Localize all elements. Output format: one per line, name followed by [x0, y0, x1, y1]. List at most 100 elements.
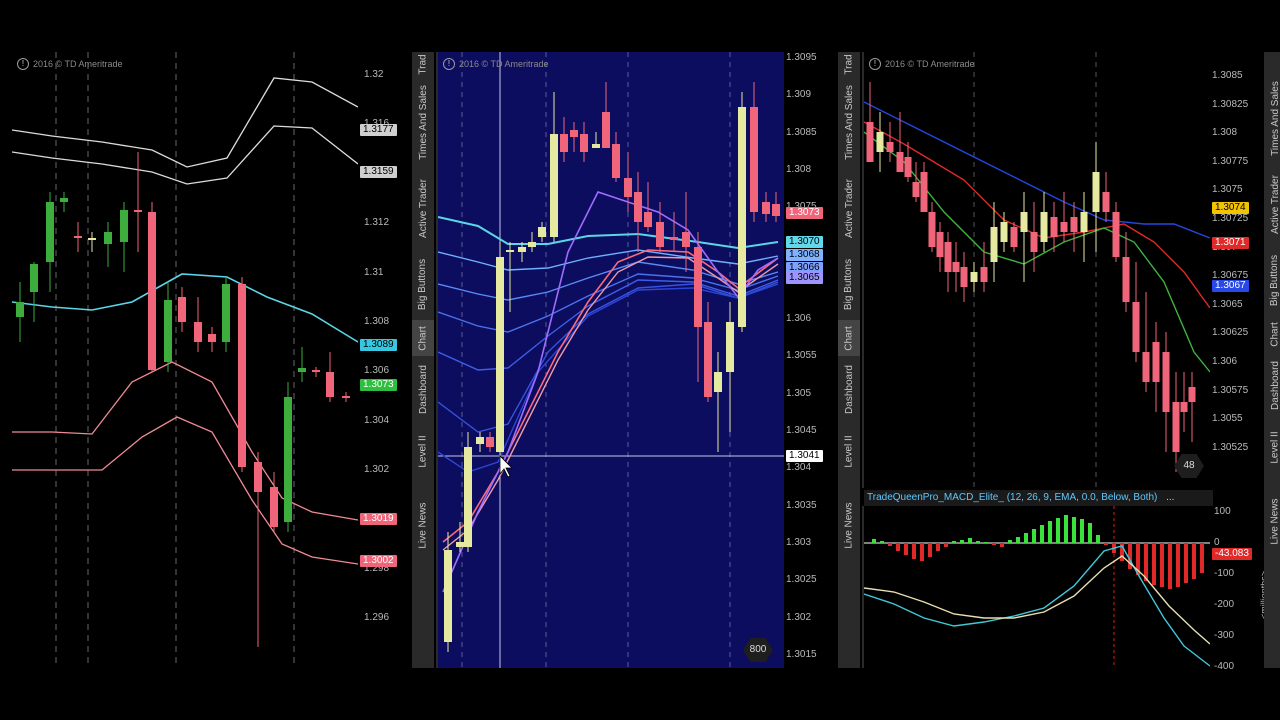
- price-tag: 1.3041: [786, 450, 823, 462]
- candle-body: [518, 247, 526, 252]
- histogram-bar: [1048, 521, 1052, 543]
- price-tag: 1.3071: [1212, 237, 1249, 249]
- price-tag: 1.3067: [1212, 280, 1249, 292]
- candle-body: [476, 437, 484, 444]
- side-tab-label: Trad: [843, 53, 855, 75]
- macd-title-text: TradeQueenPro_MACD_Elite_ (12, 26, 9, EM…: [867, 492, 1158, 503]
- side-tab[interactable]: Dashboard: [1264, 352, 1280, 418]
- candle-body: [60, 198, 68, 202]
- candle-body: [538, 227, 546, 237]
- candle-body: [178, 297, 186, 322]
- side-tab[interactable]: Level II: [1264, 418, 1280, 476]
- right-price-chart[interactable]: [864, 52, 1212, 488]
- axis-tick: 1.3035: [786, 499, 817, 511]
- mid-price-chart[interactable]: [438, 52, 786, 668]
- candle-body: [1092, 172, 1100, 212]
- histogram-bar: [944, 543, 948, 547]
- side-tabs-b: Trad Times And Sales Active Trader Big Butt…: [838, 52, 860, 668]
- side-tab-label: Level II: [843, 434, 855, 468]
- side-tab[interactable]: Live News: [412, 480, 434, 570]
- side-tab[interactable]: Times And Sales: [1264, 72, 1280, 164]
- axis-tick: 1.303: [786, 536, 812, 548]
- right-chart-pane[interactable]: ! 2016 © TD Ameritrade 48: [862, 52, 1212, 488]
- price-tag: 1.3002: [360, 555, 397, 567]
- axis-tick: 1.306: [364, 365, 390, 377]
- side-tab[interactable]: Chart: [838, 320, 860, 356]
- candle-body: [1162, 352, 1170, 412]
- candle-body: [1132, 302, 1140, 352]
- side-tab[interactable]: Active Trader: [838, 168, 860, 248]
- candle-body: [1172, 402, 1180, 452]
- axis-tick: 1.308: [364, 316, 390, 327]
- price-tag: 1.3065: [786, 272, 823, 284]
- copyright-text: 2016 © TD Ameritrade: [459, 59, 549, 69]
- candle-body: [120, 210, 128, 242]
- candle-body: [1152, 342, 1160, 382]
- histogram-bar: [1080, 519, 1084, 543]
- macd-menu[interactable]: ...: [1166, 492, 1174, 503]
- macd-study-title[interactable]: TradeQueenPro_MACD_Elite_ (12, 26, 9, EM…: [864, 490, 1213, 506]
- side-tab[interactable]: Big Buttons: [412, 248, 434, 320]
- candle-body: [624, 178, 632, 197]
- axis-tick: 1.302: [786, 611, 812, 623]
- histogram-bar: [1160, 543, 1164, 587]
- info-icon[interactable]: !: [443, 58, 455, 70]
- side-tab[interactable]: Times And Sales: [838, 76, 860, 168]
- candle-body: [750, 107, 758, 212]
- side-tab[interactable]: Times And Sales: [412, 76, 434, 168]
- info-icon[interactable]: !: [17, 58, 29, 70]
- right-candles: [866, 82, 1196, 472]
- candle-body: [342, 396, 350, 398]
- candle-body: [1180, 402, 1188, 412]
- histogram-bar: [1016, 537, 1020, 543]
- candle-body: [528, 242, 536, 247]
- histogram-bar: [888, 543, 892, 546]
- side-tab-label: Times And Sales: [1269, 80, 1280, 156]
- side-tab[interactable]: Live News: [838, 480, 860, 570]
- candle-body: [46, 202, 54, 262]
- side-tab[interactable]: Dashboard: [838, 356, 860, 422]
- info-icon[interactable]: !: [869, 58, 881, 70]
- candle-body: [1000, 222, 1008, 242]
- side-tab[interactable]: Chart: [1264, 316, 1280, 352]
- side-tab[interactable]: Active Trader: [412, 168, 434, 248]
- price-tag: 1.3073: [360, 379, 397, 391]
- side-tab[interactable]: Big Buttons: [1264, 244, 1280, 316]
- axis-tick: 0: [1214, 537, 1220, 548]
- axis-tick: 1.304: [364, 414, 390, 426]
- histogram-bar: [960, 540, 964, 543]
- side-tab[interactable]: Level II: [412, 422, 434, 480]
- candle-body: [496, 257, 504, 452]
- axis-tick: -400: [1214, 661, 1235, 672]
- candle-body: [194, 322, 202, 342]
- side-tab[interactable]: Trad: [412, 52, 434, 76]
- left-chart-pane[interactable]: ! 2016 © TD Ameritrade: [12, 52, 358, 668]
- candle-body: [670, 237, 678, 240]
- histogram-bar: [1024, 533, 1028, 543]
- candle-body: [1070, 217, 1078, 232]
- side-tab[interactable]: Live News: [1264, 476, 1280, 566]
- lower-band-inner: [12, 361, 358, 521]
- side-tab[interactable]: Big Buttons: [838, 248, 860, 320]
- side-tab[interactable]: Chart: [412, 320, 434, 356]
- side-tab[interactable]: Dashboard: [412, 356, 434, 422]
- axis-tick: -200: [1214, 599, 1235, 610]
- macd-chart[interactable]: [864, 506, 1212, 668]
- histogram-bar: [880, 541, 884, 543]
- axis-tick: 100: [1214, 506, 1231, 517]
- side-tab[interactable]: Active Trader: [1264, 164, 1280, 244]
- left-price-chart[interactable]: [12, 52, 358, 668]
- axis-tick: 1.30775: [1212, 155, 1249, 167]
- candle-body: [164, 300, 172, 362]
- side-tab[interactable]: Level II: [838, 422, 860, 480]
- mid-chart-pane[interactable]: ! 2016 © TD Ameritrade 800: [436, 52, 786, 668]
- axis-tick: -100: [1214, 568, 1235, 579]
- histogram-bar: [1192, 543, 1196, 579]
- candle-body: [312, 370, 320, 372]
- candle-body: [682, 232, 690, 247]
- histogram-bar: [1152, 543, 1156, 585]
- axis-tick: 1.296: [364, 612, 390, 624]
- macd-pane[interactable]: [862, 506, 1212, 668]
- side-tab[interactable]: Trad: [838, 52, 860, 76]
- candle-body: [222, 284, 230, 342]
